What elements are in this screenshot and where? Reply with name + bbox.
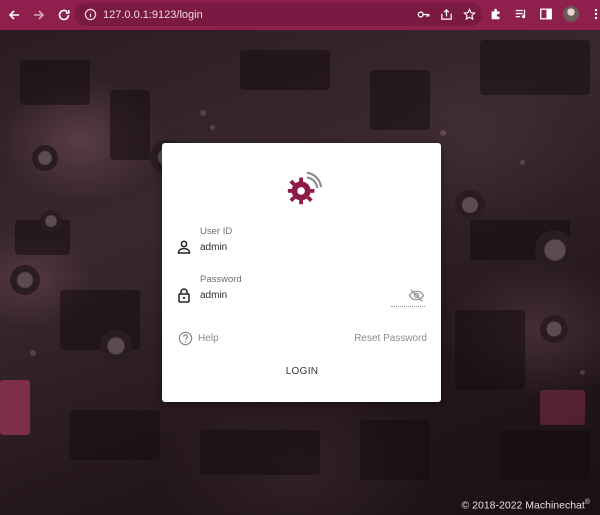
- url-text[interactable]: 127.0.0.1:9123/login: [103, 9, 203, 21]
- site-info-icon[interactable]: [83, 8, 97, 22]
- machinechat-logo-icon: [287, 171, 322, 205]
- reset-password-link[interactable]: Reset Password: [354, 333, 427, 344]
- help-link[interactable]: Help: [178, 331, 219, 346]
- reload-icon[interactable]: [53, 4, 75, 26]
- password-label: Password: [200, 274, 242, 285]
- side-panel-icon[interactable]: [538, 6, 554, 22]
- forward-arrow-icon[interactable]: [28, 4, 50, 26]
- share-icon[interactable]: [439, 7, 453, 21]
- browser-toolbar: 127.0.0.1:9123/login: [0, 0, 600, 30]
- visibility-toggle-underline: [391, 306, 425, 307]
- profile-avatar-icon[interactable]: [563, 6, 579, 22]
- user-id-input[interactable]: admin: [200, 242, 227, 253]
- bookmark-star-icon[interactable]: [462, 7, 476, 21]
- lock-icon: [178, 288, 190, 303]
- copyright-text: © 2018-2022 Machinechat: [461, 499, 585, 511]
- address-bar[interactable]: 127.0.0.1:9123/login: [75, 3, 482, 26]
- key-icon[interactable]: [416, 7, 430, 21]
- copyright-footer: © 2018-2022 Machinechat®: [462, 499, 591, 512]
- user-icon: [177, 240, 191, 254]
- help-circle-icon: [178, 331, 193, 346]
- registered-mark: ®: [584, 498, 590, 506]
- visibility-off-icon[interactable]: [407, 287, 425, 303]
- password-input[interactable]: admin: [200, 290, 227, 301]
- user-id-label: User ID: [200, 226, 233, 237]
- login-card: User ID admin Password admin Help Reset …: [162, 143, 441, 402]
- login-button[interactable]: LOGIN: [272, 363, 332, 381]
- menu-dots-icon[interactable]: [588, 6, 600, 22]
- help-label: Help: [198, 333, 219, 344]
- media-queue-icon[interactable]: [513, 6, 529, 22]
- back-arrow-icon[interactable]: [3, 4, 25, 26]
- extensions-puzzle-icon[interactable]: [488, 6, 504, 22]
